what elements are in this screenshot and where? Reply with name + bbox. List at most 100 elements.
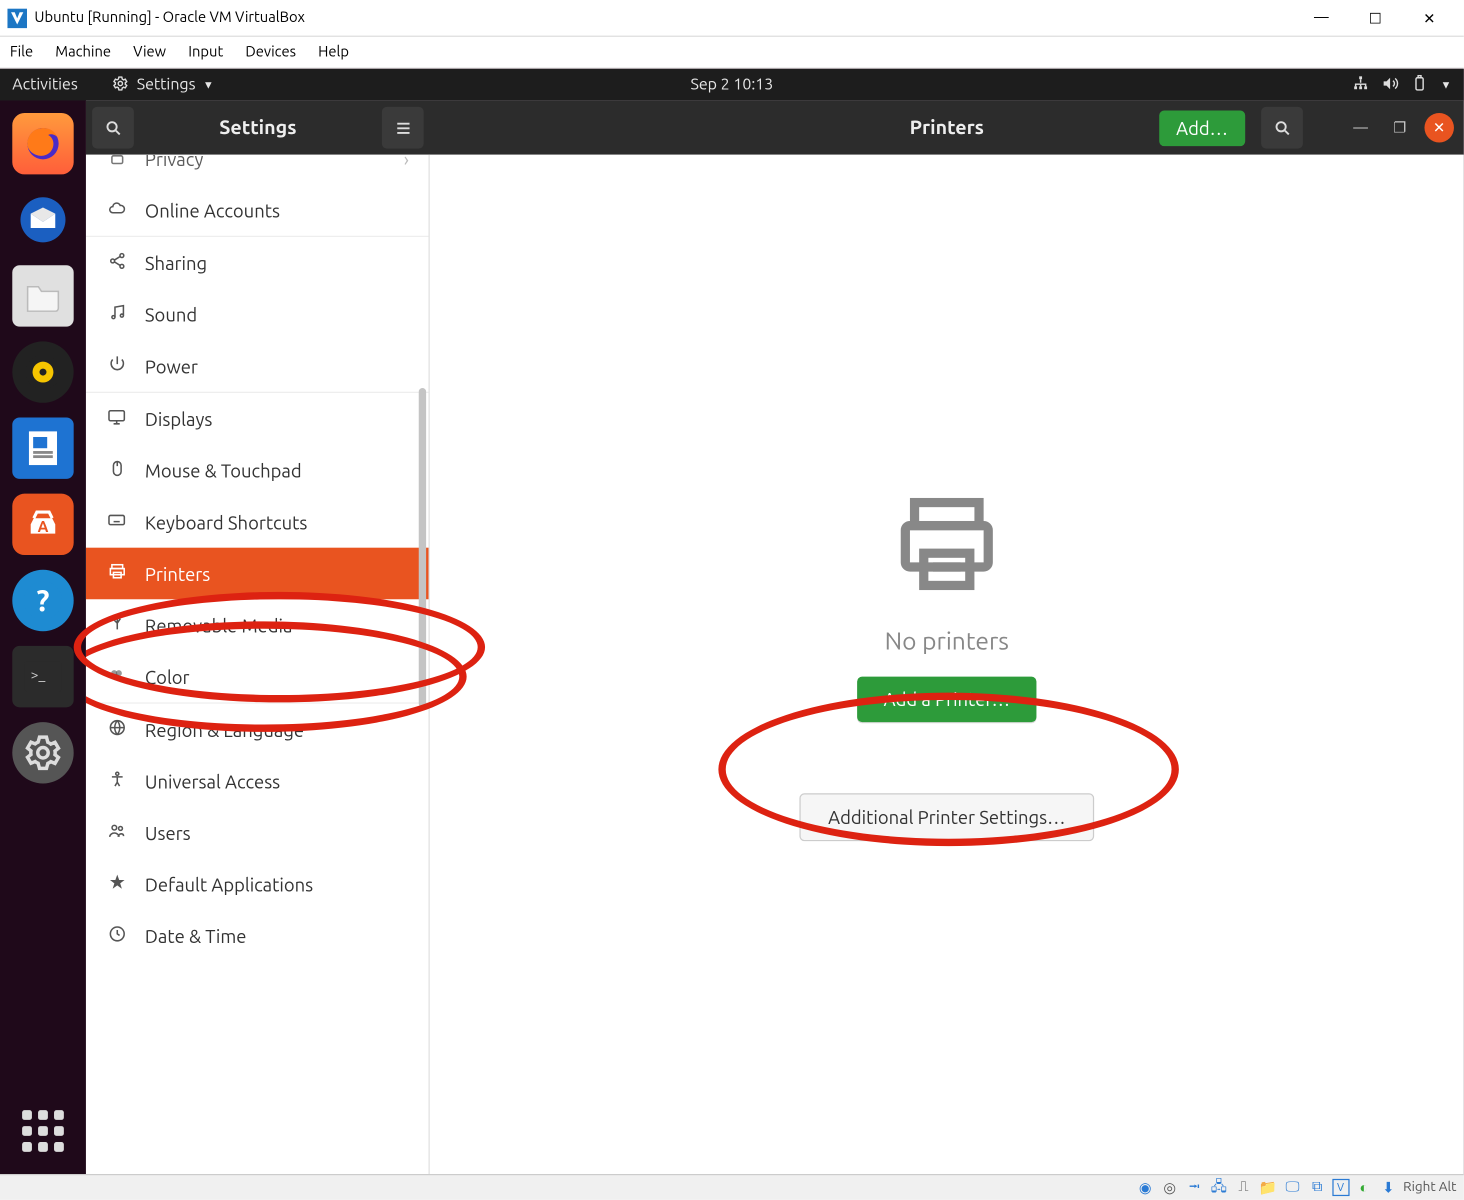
- vb-statusbar: ◉ ◎ ⭲ 🖧 ⎍ 📁 🖵 ⧉ V ◐ ⬇ Right Alt: [0, 1174, 1464, 1200]
- add-button[interactable]: Add…: [1159, 110, 1245, 146]
- sidebar-item-label: Sound: [145, 304, 197, 325]
- additional-printer-settings-button[interactable]: Additional Printer Settings…: [800, 793, 1094, 841]
- clock-icon: [106, 925, 128, 947]
- sidebar-item-power[interactable]: Power: [86, 340, 429, 392]
- sidebar-item-label: Universal Access: [145, 771, 280, 792]
- add-a-printer-button[interactable]: Add a Printer…: [857, 676, 1037, 721]
- sidebar-item-online-accounts[interactable]: Online Accounts: [86, 184, 429, 236]
- hamburger-menu-button[interactable]: [382, 107, 424, 149]
- dock-files-icon[interactable]: [12, 265, 73, 326]
- window-maximize-button[interactable]: ❐: [1385, 113, 1414, 142]
- sidebar-item-color[interactable]: Color: [86, 651, 429, 703]
- sidebar-item-displays[interactable]: Displays: [86, 392, 429, 445]
- dock-libreoffice-writer-icon[interactable]: [12, 418, 73, 479]
- sidebar-item-universal-access[interactable]: Universal Access: [86, 755, 429, 807]
- dock-thunderbird-icon[interactable]: [12, 189, 73, 250]
- topbar-app-menu[interactable]: Settings ▼: [112, 74, 214, 95]
- vb-menu-help[interactable]: Help: [318, 44, 349, 60]
- vb-menubar: File Machine View Input Devices Help: [0, 37, 1464, 69]
- sidebar-item-date-time[interactable]: Date & Time: [86, 910, 429, 962]
- vb-menu-input[interactable]: Input: [188, 44, 223, 60]
- guest-display: Activities Settings ▼ Sep 2 10:13: [0, 69, 1464, 1174]
- chevron-right-icon: ›: [404, 155, 409, 170]
- settings-headerbar: Settings Printers Add… — ❐: [86, 101, 1464, 155]
- page-title: Printers: [910, 117, 984, 139]
- vb-hostkey-label: Right Alt: [1403, 1180, 1456, 1195]
- no-printers-label: No printers: [885, 626, 1009, 654]
- topbar-app-label: Settings: [137, 76, 196, 93]
- printer-icon: [892, 488, 1003, 603]
- sidebar-item-label: Privacy: [145, 155, 204, 170]
- lock-icon: [106, 155, 128, 170]
- sidebar-item-privacy[interactable]: Privacy ›: [86, 155, 429, 184]
- vb-optical-icon[interactable]: ◎: [1160, 1178, 1180, 1198]
- dock-rhythmbox-icon[interactable]: [12, 341, 73, 402]
- gnome-topbar: Activities Settings ▼ Sep 2 10:13: [0, 69, 1464, 101]
- sidebar-item-label: Region & Language: [145, 719, 304, 740]
- share-icon: [106, 252, 128, 274]
- vb-title: Ubuntu [Running] - Oracle VM VirtualBox: [34, 10, 305, 26]
- battery-icon[interactable]: [1411, 74, 1428, 95]
- vb-guest-additions-icon[interactable]: ◐: [1354, 1178, 1374, 1198]
- volume-icon[interactable]: [1382, 74, 1399, 95]
- vb-menu-machine[interactable]: Machine: [55, 44, 111, 60]
- vb-shared-folder-icon[interactable]: 📁: [1258, 1178, 1278, 1198]
- sidebar-item-sound[interactable]: Sound: [86, 289, 429, 341]
- vb-recording-icon[interactable]: ⧉: [1307, 1178, 1327, 1198]
- vb-menu-devices[interactable]: Devices: [245, 44, 296, 60]
- vb-menu-view[interactable]: View: [133, 44, 166, 60]
- show-applications-button[interactable]: [22, 1110, 64, 1152]
- gear-icon: [112, 74, 129, 95]
- vb-virt-icon[interactable]: V: [1332, 1179, 1349, 1196]
- content-search-button[interactable]: [1261, 107, 1303, 149]
- sidebar-item-label: Printers: [145, 563, 210, 584]
- system-menu-chevron-icon[interactable]: ▼: [1441, 79, 1452, 91]
- network-icon[interactable]: [1352, 74, 1369, 95]
- window-minimize-button[interactable]: —: [1346, 113, 1375, 142]
- sidebar-search-button[interactable]: [92, 107, 134, 149]
- vb-titlebar: Ubuntu [Running] - Oracle VM VirtualBox …: [0, 0, 1464, 37]
- cloud-icon: [106, 199, 128, 221]
- sidebar-item-sharing[interactable]: Sharing: [86, 236, 429, 289]
- dock-firefox-icon[interactable]: [12, 113, 73, 174]
- window-close-button[interactable]: ✕: [1424, 113, 1453, 142]
- vb-close-button[interactable]: ✕: [1402, 1, 1456, 35]
- vb-display-icon[interactable]: 🖵: [1283, 1178, 1303, 1198]
- vb-network-icon[interactable]: 🖧: [1209, 1178, 1229, 1198]
- sidebar-item-label: Color: [145, 666, 190, 687]
- vb-hdd-icon[interactable]: ◉: [1135, 1178, 1155, 1198]
- chevron-down-icon: ▼: [203, 79, 214, 91]
- mouse-icon: [106, 459, 128, 481]
- vb-minimize-button[interactable]: —: [1294, 1, 1348, 35]
- keyboard-icon: [106, 511, 128, 533]
- sidebar-item-region-language[interactable]: Region & Language: [86, 702, 429, 755]
- sidebar-scrollbar[interactable]: [419, 388, 426, 707]
- dock-settings-icon[interactable]: [12, 722, 73, 783]
- sidebar-item-default-applications[interactable]: Default Applications: [86, 858, 429, 910]
- users-icon: [106, 822, 128, 844]
- sidebar-item-removable-media[interactable]: Removable Media: [86, 599, 429, 651]
- sidebar-item-users[interactable]: Users: [86, 807, 429, 859]
- vb-hostkey-icon[interactable]: ⬇: [1379, 1178, 1399, 1198]
- vb-maximize-button[interactable]: ☐: [1348, 1, 1402, 35]
- svg-text:>_: >_: [31, 667, 46, 683]
- topbar-clock[interactable]: Sep 2 10:13: [691, 76, 774, 93]
- sidebar-item-keyboard-shortcuts[interactable]: Keyboard Shortcuts: [86, 496, 429, 548]
- sidebar-item-printers[interactable]: Printers: [86, 548, 429, 600]
- sidebar-item-mouse-touchpad[interactable]: Mouse & Touchpad: [86, 445, 429, 497]
- sidebar-title: Settings: [140, 117, 376, 139]
- settings-sidebar[interactable]: Privacy › Online AccountsSharing Sound Power…: [86, 155, 430, 1174]
- dock-terminal-icon[interactable]: >_: [12, 646, 73, 707]
- vb-usb-icon[interactable]: ⎍: [1234, 1178, 1254, 1198]
- settings-window: Settings Printers Add… — ❐: [86, 101, 1464, 1174]
- vb-menu-file[interactable]: File: [10, 44, 33, 60]
- display-icon: [106, 408, 128, 430]
- svg-text:A: A: [38, 518, 49, 535]
- activities-button[interactable]: Activities: [12, 76, 77, 93]
- dock-help-icon[interactable]: ?: [12, 570, 73, 631]
- ubuntu-dock: A ? >_: [0, 101, 86, 1174]
- dock-software-icon[interactable]: A: [12, 494, 73, 555]
- vb-audio-icon[interactable]: ⭲: [1185, 1178, 1205, 1198]
- sidebar-item-label: Power: [145, 356, 198, 377]
- svg-text:?: ?: [36, 583, 49, 617]
